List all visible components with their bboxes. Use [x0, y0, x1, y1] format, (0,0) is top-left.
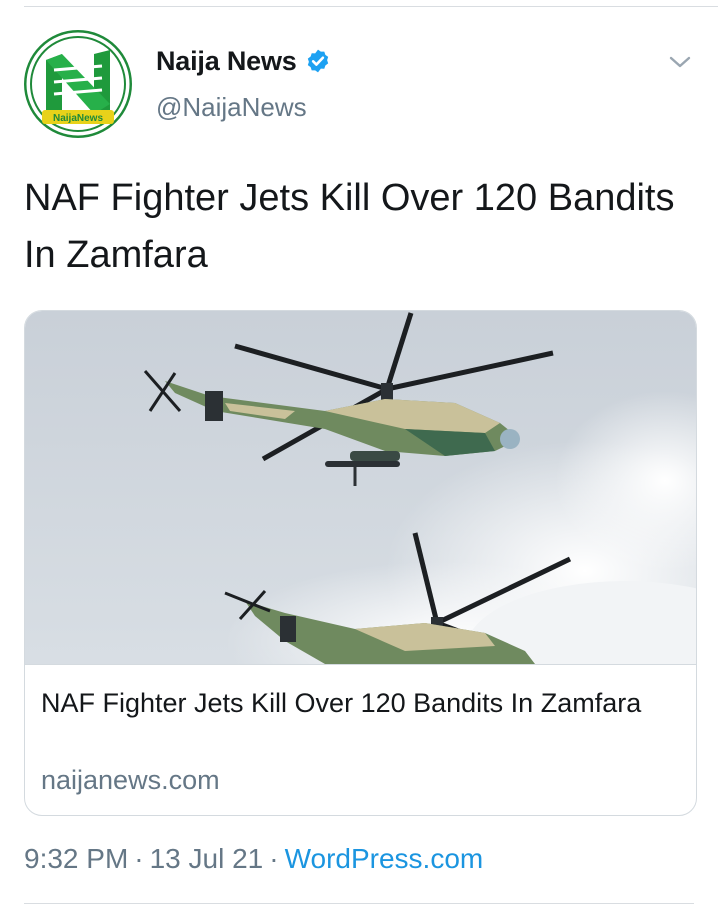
link-card[interactable]: NAF Fighter Jets Kill Over 120 Bandits I… [24, 310, 697, 816]
tweet-date[interactable]: 13 Jul 21 [150, 843, 264, 874]
tweet-source-link[interactable]: WordPress.com [285, 843, 484, 874]
author-names: Naija News @NaijaNews [156, 44, 331, 123]
tweet-text: NAF Fighter Jets Kill Over 120 Bandits I… [24, 177, 675, 276]
card-divider [25, 664, 696, 665]
bottom-divider [24, 903, 694, 904]
tweet-meta: 9:32 PM · 13 Jul 21 · WordPress.com [24, 843, 483, 875]
chevron-down-icon[interactable] [666, 52, 694, 72]
helicopters-image-icon [25, 311, 696, 664]
display-name[interactable]: Naija News [156, 46, 297, 77]
author-handle[interactable]: @NaijaNews [156, 92, 331, 123]
meta-separator: · [134, 843, 144, 874]
avatar-wordmark: NaijaNews [53, 113, 103, 124]
naija-news-logo-icon: NaijaNews [24, 30, 132, 138]
display-name-row: Naija News [156, 44, 331, 78]
card-image[interactable] [25, 311, 696, 664]
card-domain: naijanews.com [41, 765, 220, 795]
tweet-time[interactable]: 9:32 PM [24, 843, 128, 874]
top-divider [24, 6, 718, 7]
avatar[interactable]: NaijaNews [24, 30, 132, 138]
verified-badge-icon [305, 48, 331, 74]
card-title[interactable]: NAF Fighter Jets Kill Over 120 Bandits I… [41, 684, 661, 722]
tweet-header: NaijaNews Naija News @NaijaNews [24, 30, 694, 140]
meta-separator: · [269, 843, 279, 874]
